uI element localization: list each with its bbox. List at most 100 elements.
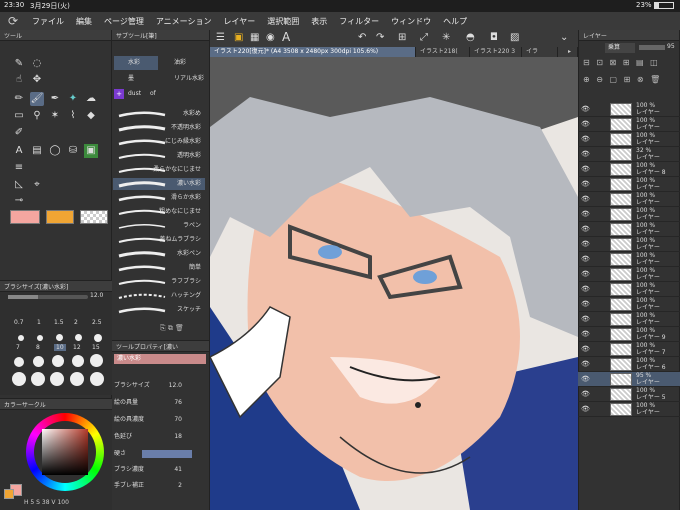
layer-row[interactable]: 👁 100 % レイヤー	[578, 312, 680, 327]
size-preset-8[interactable]: 8	[36, 344, 40, 351]
eye-icon[interactable]: 👁	[581, 195, 590, 203]
color-picker-tool-icon[interactable]: ⊸	[12, 194, 26, 208]
text-icon[interactable]: A	[282, 30, 290, 44]
eye-icon[interactable]: 👁	[581, 210, 590, 218]
lasso-tool-icon[interactable]: ◌	[30, 57, 44, 71]
eye-icon[interactable]: 👁	[581, 405, 590, 413]
size-preset-0.7[interactable]: 0.7	[14, 319, 24, 326]
brush-item-selected[interactable]: 濃い水彩	[113, 178, 205, 190]
brush-item[interactable]: にじみ縁水彩	[113, 136, 205, 148]
size-dot-icon[interactable]	[31, 372, 45, 386]
layer-row[interactable]: 👁 100 % レイヤー	[578, 402, 680, 417]
menu-edit[interactable]: 編集	[70, 16, 98, 27]
eye-icon[interactable]: 👁	[581, 180, 590, 188]
canvas-tab[interactable]: イラスト218(	[416, 47, 470, 57]
gallery-icon[interactable]: ▣	[234, 32, 243, 43]
ruler-tool-icon[interactable]: ≡	[12, 161, 26, 175]
eye-icon[interactable]: 👁	[581, 360, 590, 368]
layer-row[interactable]: 👁 100 % レイヤー 9	[578, 327, 680, 342]
airbrush-tool-icon[interactable]: ✒	[48, 92, 62, 106]
undo-icon[interactable]: ↶	[358, 32, 366, 43]
transparent-color-swatch[interactable]	[80, 210, 108, 224]
layer-row[interactable]: 👁 100 % レイヤー	[578, 177, 680, 192]
deselect-icon[interactable]: ◘	[490, 32, 498, 43]
brush-item[interactable]: 不透明水彩	[113, 122, 205, 134]
redo-icon[interactable]: ↷	[376, 32, 384, 43]
layout-icon[interactable]: ▦	[250, 32, 259, 43]
prop-hardness[interactable]: 硬さ	[114, 448, 196, 460]
frame-tool-icon[interactable]: ▣	[84, 144, 98, 158]
size-preset-2[interactable]: 2	[74, 319, 78, 326]
layer-row[interactable]: 👁 100 % レイヤー 6	[578, 357, 680, 372]
menu-icon[interactable]: ☰	[216, 32, 225, 43]
menu-file[interactable]: ファイル	[26, 16, 70, 27]
layer-row[interactable]: 👁 32 % レイヤー	[578, 147, 680, 162]
blend-mode-select[interactable]: 乗算	[605, 43, 635, 53]
eye-icon[interactable]: 👁	[581, 330, 590, 338]
size-preset-7[interactable]: 7	[16, 344, 20, 351]
prop-color-stretch[interactable]: 色延び 18	[114, 431, 196, 443]
sub-color-swatch[interactable]	[46, 210, 74, 224]
blend-tool-icon[interactable]: ☁	[84, 92, 98, 106]
figure-tool-icon[interactable]: ◺	[12, 178, 26, 192]
hardness-bar[interactable]	[142, 450, 192, 458]
menu-window[interactable]: ウィンドウ	[385, 16, 437, 27]
eye-icon[interactable]: 👁	[581, 165, 590, 173]
brush-item[interactable]: 簡単	[113, 262, 205, 274]
eye-icon[interactable]: 👁	[581, 150, 590, 158]
brush-size-slider[interactable]	[8, 295, 88, 299]
size-dot-icon[interactable]	[52, 355, 64, 367]
main-color-swatch[interactable]	[10, 210, 40, 224]
brush-item[interactable]: 姜ねムラブラシ	[113, 234, 205, 246]
prop-stabilization[interactable]: 手ブレ補正 2	[114, 480, 196, 492]
size-dot-icon[interactable]	[33, 356, 44, 367]
size-dot-icon[interactable]	[50, 372, 64, 386]
select-all-icon[interactable]: ⊞	[398, 32, 406, 43]
brush-item[interactable]: ラペン	[113, 220, 205, 232]
balloon-tool-icon[interactable]: ◯	[48, 144, 62, 158]
clear-icon[interactable]: ▨	[510, 32, 519, 43]
menu-help[interactable]: ヘルプ	[437, 16, 473, 27]
eye-icon[interactable]: 👁	[581, 315, 590, 323]
hand-tool-icon[interactable]: ☝	[12, 73, 26, 87]
subtool-group-real-watercolor[interactable]: リアル水彩	[160, 72, 206, 86]
prop-brush-size[interactable]: ブラシサイズ 12.0	[114, 380, 196, 392]
size-preset-2.5[interactable]: 2.5	[92, 319, 102, 326]
eye-icon[interactable]: 👁	[581, 375, 590, 383]
canvas-tab[interactable]: イラ	[522, 47, 558, 57]
size-dot-icon[interactable]	[94, 334, 102, 342]
size-dot-icon[interactable]	[18, 335, 24, 341]
brush-item[interactable]: 柔らかなにじませ	[113, 164, 205, 176]
eye-icon[interactable]: 👁	[581, 285, 590, 293]
brush-item[interactable]: 粗めなにじませ	[113, 206, 205, 218]
layer-row[interactable]: 👁 100 % レイヤー	[578, 117, 680, 132]
size-dot-icon[interactable]	[90, 354, 103, 367]
menu-animation[interactable]: アニメーション	[150, 16, 218, 27]
eye-icon[interactable]: 👁	[581, 240, 590, 248]
layer-row[interactable]: 👁 100 % レイヤー	[578, 222, 680, 237]
opacity-slider[interactable]	[639, 45, 665, 50]
size-preset-10[interactable]: 10	[54, 344, 66, 351]
brush-item[interactable]: ラフブラシ	[113, 276, 205, 288]
eye-icon[interactable]: 👁	[581, 225, 590, 233]
correction-tool-icon[interactable]: ✐	[12, 126, 26, 140]
gradient-tool-icon[interactable]: ▤	[30, 144, 44, 158]
pencil-tool-icon[interactable]: ✏	[12, 92, 26, 106]
eye-icon[interactable]: 👁	[581, 345, 590, 353]
layer-row[interactable]: 👁 100 % レイヤー	[578, 252, 680, 267]
saturation-value-square[interactable]	[42, 429, 88, 475]
layer-row[interactable]: 👁 100 % レイヤー	[578, 132, 680, 147]
dust-tab-2[interactable]: of	[150, 90, 156, 97]
layer-row[interactable]: 👁 100 % レイヤー 7	[578, 342, 680, 357]
size-dot-icon[interactable]	[72, 355, 84, 367]
size-preset-12[interactable]: 12	[73, 344, 81, 351]
eye-icon[interactable]: 👁	[581, 270, 590, 278]
ruler-icon[interactable]: ✳	[442, 32, 450, 43]
brush-item[interactable]: ハッチング	[113, 290, 205, 302]
layer-toolbar-icons[interactable]: ⊟ ⊡ ⊠ ⊞ ▤ ◫	[583, 58, 679, 70]
menu-layer[interactable]: レイヤー	[218, 16, 262, 27]
brush-item[interactable]: スケッチ	[113, 304, 205, 316]
size-dot-icon[interactable]	[56, 334, 63, 341]
size-preset-1[interactable]: 1	[37, 319, 41, 326]
pen-tool-icon[interactable]: ✎	[12, 57, 26, 71]
